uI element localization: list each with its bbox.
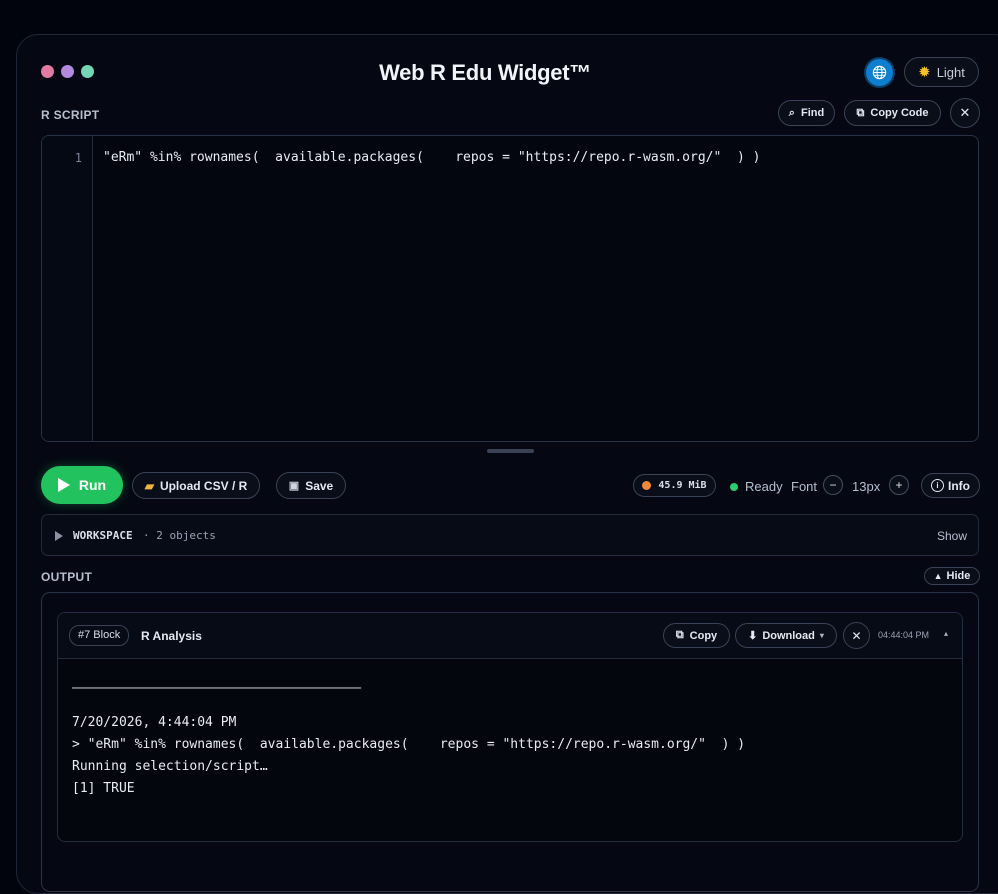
output-line: > "eRm" %in% rownames( available.package… [72, 737, 746, 752]
upload-label: Upload CSV / R [159, 478, 248, 493]
block-title: R Analysis [141, 629, 202, 643]
hide-output-button[interactable]: ▲ Hide [924, 567, 980, 585]
upload-button[interactable]: ▰ Upload CSV / R [132, 472, 260, 499]
code-line[interactable]: "eRm" %in% rownames( available.packages(… [103, 150, 760, 165]
block-badge: #7 Block [69, 625, 130, 646]
folder-icon: ▰ [144, 478, 154, 493]
line-gutter: 1 [42, 136, 93, 441]
copy-output-label: Copy [689, 629, 718, 642]
memory-dot-icon [642, 481, 652, 490]
language-button[interactable] [866, 59, 893, 86]
code-editor[interactable]: 1 "eRm" %in% rownames( available.package… [41, 135, 979, 442]
status-text: Ready [745, 479, 783, 494]
close-icon: ✕ [959, 105, 971, 120]
info-button[interactable]: i Info [921, 473, 980, 498]
output-block: #7 Block R Analysis ⧉ Copy ⬇ Download ▾ … [57, 612, 963, 842]
play-icon [57, 478, 70, 492]
minus-icon: − [829, 478, 837, 492]
memory-badge: 45.9 MiB [633, 474, 716, 497]
output-line: 7/20/2026, 4:44:04 PM [72, 715, 237, 730]
hide-label: Hide [946, 570, 971, 582]
workspace-label: WORKSPACE [73, 529, 133, 542]
find-label: Find [800, 107, 825, 119]
workspace-panel[interactable]: WORKSPACE · 2 objects Show [41, 514, 979, 556]
output-line: Running selection/script… [72, 759, 268, 774]
expand-triangle-icon [55, 531, 63, 541]
copy-output-button[interactable]: ⧉ Copy [663, 623, 730, 648]
search-icon: ⌕ [788, 106, 795, 119]
editor-resize-handle[interactable] [487, 449, 534, 453]
find-button[interactable]: ⌕ Find [778, 100, 835, 126]
download-label: Download [762, 629, 815, 642]
script-section-label: R SCRIPT [41, 108, 100, 122]
workspace-show-toggle[interactable]: Show [937, 529, 967, 543]
download-button[interactable]: ⬇ Download ▾ [735, 623, 837, 648]
font-increase-button[interactable]: + [889, 475, 909, 495]
sun-icon: ✹ [918, 63, 931, 81]
close-icon: ✕ [851, 628, 862, 643]
copy-icon: ⧉ [675, 629, 684, 641]
app-title: Web R Edu Widget™ [379, 60, 591, 85]
workspace-summary: · 2 objects [143, 529, 216, 542]
run-button[interactable]: Run [41, 466, 123, 504]
run-label: Run [78, 477, 107, 493]
copy-icon: ⧉ [856, 106, 865, 119]
theme-toggle-button[interactable]: ✹ Light [904, 57, 979, 87]
save-button[interactable]: ▣ Save [276, 472, 346, 499]
line-number: 1 [74, 151, 82, 165]
download-icon: ⬇ [748, 630, 758, 642]
font-decrease-button[interactable]: − [823, 475, 843, 495]
output-line: [1] TRUE [72, 781, 135, 796]
status-indicator: Ready [730, 479, 783, 494]
theme-toggle-label: Light [936, 64, 965, 80]
output-section-label: OUTPUT [41, 570, 93, 584]
info-icon: i [931, 479, 944, 492]
close-editor-button[interactable]: ✕ [950, 98, 980, 128]
caret-down-icon: ▾ [819, 631, 824, 640]
font-size-value: 13px [852, 479, 881, 494]
close-block-button[interactable]: ✕ [843, 622, 870, 649]
output-separator: ──────────────────────────────────────── [72, 681, 361, 695]
triangle-up-icon: ▲ [933, 571, 943, 581]
save-label: Save [305, 478, 334, 493]
collapse-caret-icon[interactable]: ▴ [944, 629, 948, 638]
info-label: Info [948, 478, 970, 493]
font-label: Font [791, 479, 818, 494]
output-block-header: #7 Block R Analysis ⧉ Copy ⬇ Download ▾ … [58, 613, 962, 659]
globe-icon [872, 65, 887, 80]
status-dot-icon [730, 482, 738, 491]
copy-code-label: Copy Code [870, 107, 929, 119]
block-timestamp: 04:44:04 PM [878, 630, 930, 640]
plus-icon: + [895, 478, 903, 492]
floppy-disk-icon: ▣ [288, 480, 300, 492]
copy-code-button[interactable]: ⧉ Copy Code [844, 100, 941, 126]
memory-value: 45.9 MiB [658, 480, 707, 491]
